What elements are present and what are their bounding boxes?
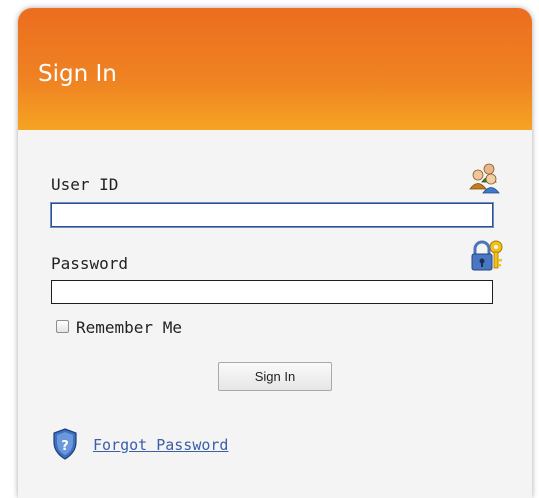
sign-in-panel: Sign In User ID Password Remember Me Sig… (18, 8, 532, 498)
panel-header: Sign In (18, 8, 532, 130)
password-input[interactable] (51, 280, 493, 304)
sign-in-button[interactable]: Sign In (218, 362, 332, 391)
svg-text:?: ? (61, 439, 69, 454)
forgot-password-link[interactable]: Forgot Password (93, 436, 228, 454)
users-icon (469, 163, 500, 194)
user-id-label: User ID (51, 175, 119, 194)
remember-me-checkbox[interactable] (56, 320, 69, 333)
panel-title: Sign In (38, 61, 117, 87)
help-shield-icon: ? (53, 428, 77, 460)
lock-key-icon (471, 240, 503, 271)
remember-me-label[interactable]: Remember Me (76, 318, 182, 337)
password-label: Password (51, 254, 129, 273)
user-id-input[interactable] (51, 203, 493, 227)
